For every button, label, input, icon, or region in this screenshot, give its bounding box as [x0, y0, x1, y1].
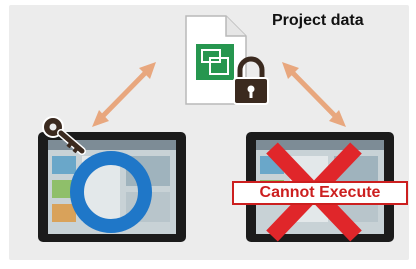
- cannot-execute-label: Cannot Execute: [232, 181, 408, 205]
- project-data-label: Project data: [272, 12, 364, 29]
- diagram-graphics: [38, 15, 394, 242]
- left-double-arrow: [92, 62, 156, 127]
- padlock-icon: [233, 56, 269, 105]
- right-double-arrow: [282, 62, 346, 127]
